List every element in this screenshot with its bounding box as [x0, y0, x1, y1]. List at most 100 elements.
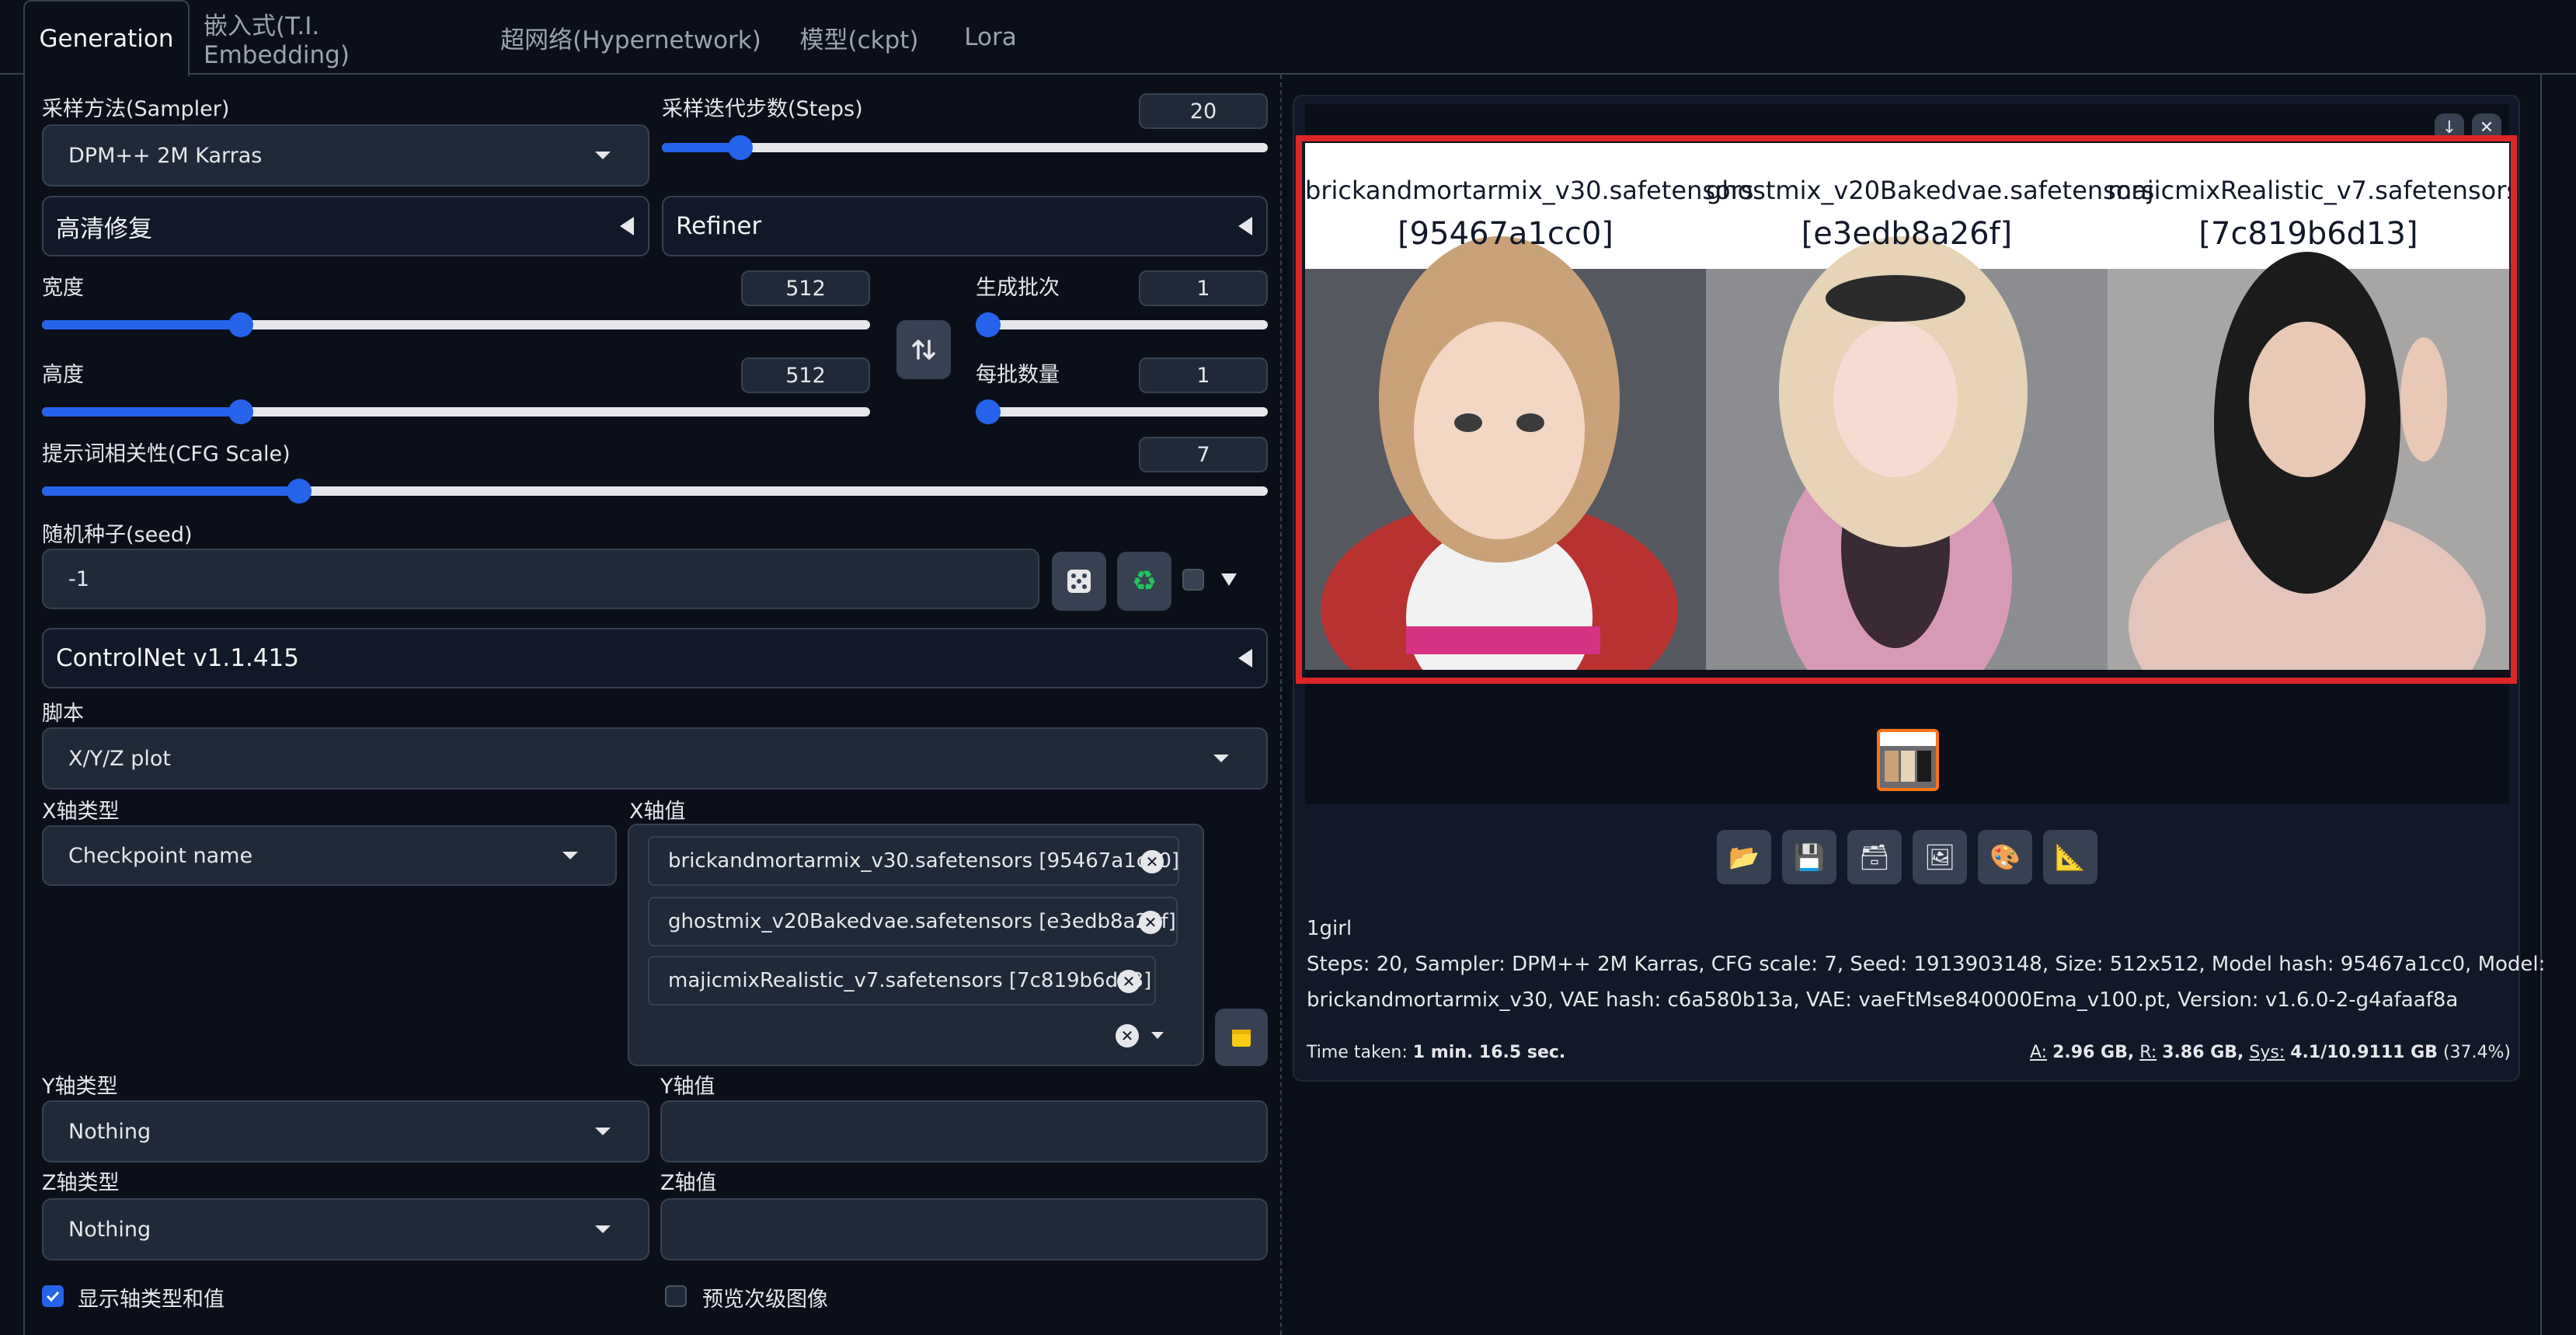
mem-sys-value: 4.1/10.9111 GB [2290, 1043, 2438, 1062]
remove-tag-icon[interactable]: ✕ [1117, 970, 1140, 993]
height-label: 高度 [42, 363, 84, 387]
swap-icon [912, 340, 935, 360]
y-type-label: Y轴类型 [42, 1075, 118, 1099]
clear-all-icon[interactable]: ✕ [1116, 1024, 1139, 1047]
y-values-input[interactable] [660, 1100, 1268, 1162]
collapse-icon [1238, 217, 1252, 235]
tab-hypernetwork[interactable]: 超网络(Hypernetwork) [497, 0, 764, 75]
batch-count-label: 生成批次 [976, 276, 1060, 300]
batch-size-label: 每批数量 [976, 363, 1060, 387]
chevron-down-icon [1213, 755, 1229, 762]
hires-accordion[interactable]: 高清修复 [42, 196, 649, 256]
chevron-down-icon [595, 1128, 611, 1135]
steps-slider[interactable] [662, 135, 1268, 160]
send-to-img2img-button[interactable]: 🖼 [1913, 830, 1967, 884]
x-type-dropdown[interactable]: Checkpoint name [42, 825, 617, 886]
params-line-2: brickandmortarmix_v30, VAE hash: c6a580b… [1307, 988, 2459, 1012]
slider-fill [42, 320, 241, 329]
params-line-1: Steps: 20, Sampler: DPM++ 2M Karras, CFG… [1307, 953, 2546, 976]
slider-fill [42, 486, 299, 496]
mem-a-label: A: [2030, 1043, 2048, 1062]
tab-ckpt[interactable]: 模型(ckpt) [785, 0, 934, 75]
y-type-value: Nothing [68, 1119, 151, 1144]
fill-values-button[interactable] [1215, 1009, 1268, 1066]
refiner-accordion[interactable]: Refiner [662, 196, 1268, 256]
time-label: Time taken: [1307, 1043, 1408, 1062]
slider-thumb[interactable] [976, 399, 1001, 424]
zip-icon: 🗃 [1858, 842, 1891, 872]
tab-generation[interactable]: Generation [23, 0, 190, 76]
width-label: 宽度 [42, 276, 84, 300]
batch-count-slider[interactable] [976, 312, 1268, 337]
x-type-label: X轴类型 [42, 800, 120, 824]
script-dropdown[interactable]: X/Y/Z plot [42, 727, 1268, 789]
remove-tag-icon[interactable]: ✕ [1140, 850, 1164, 873]
chevron-down-icon[interactable] [1151, 1032, 1164, 1039]
gallery-thumbnail[interactable] [1877, 729, 1939, 791]
image-icon: 🖼 [1923, 842, 1956, 872]
open-folder-button[interactable]: 📂 [1717, 830, 1771, 884]
width-slider[interactable] [42, 312, 870, 337]
send-to-inpaint-button[interactable]: 🎨 [1978, 830, 2032, 884]
tab-embedding[interactable]: 嵌入式(T.I. Embedding) [204, 0, 472, 75]
chevron-down-icon [595, 152, 611, 159]
x-values-label: X轴值 [629, 800, 686, 824]
save-button[interactable]: 💾 [1782, 830, 1836, 884]
tag-label: majicmixRealistic_v7.safetensors [7c819b… [668, 969, 1152, 992]
batch-count-input[interactable]: 1 [1139, 270, 1268, 306]
extra-options-toggle-icon[interactable] [1221, 573, 1237, 586]
z-type-dropdown[interactable]: Nothing [42, 1198, 649, 1260]
script-value: X/Y/Z plot [68, 746, 172, 771]
slider-thumb[interactable] [976, 312, 1001, 337]
preview-sub-checkbox[interactable] [665, 1285, 687, 1307]
extra-seed-checkbox[interactable] [1182, 569, 1204, 591]
chevron-down-icon [562, 852, 578, 859]
z-type-value: Nothing [68, 1217, 151, 1242]
seed-input[interactable]: -1 [42, 549, 1039, 609]
height-input[interactable]: 512 [741, 357, 870, 393]
tab-label: 嵌入式(T.I. Embedding) [204, 12, 350, 69]
slider-thumb[interactable] [228, 312, 253, 337]
z-values-input[interactable] [660, 1198, 1268, 1260]
save-icon: 💾 [1794, 842, 1825, 872]
cfg-slider[interactable] [42, 479, 1268, 504]
y-values-label: Y轴值 [660, 1075, 715, 1099]
remove-tag-icon[interactable]: ✕ [1139, 911, 1162, 934]
palette-icon: 🎨 [1989, 842, 2021, 872]
width-input[interactable]: 512 [741, 270, 870, 306]
right-panel-border [2540, 75, 2542, 1335]
hires-label: 高清修复 [56, 214, 152, 243]
random-seed-button[interactable] [1052, 552, 1106, 611]
x-type-value: Checkpoint name [68, 843, 253, 868]
slider-thumb[interactable] [287, 479, 312, 504]
height-slider[interactable] [42, 399, 870, 424]
sampler-dropdown[interactable]: DPM++ 2M Karras [42, 124, 649, 186]
swap-dimensions-button[interactable] [896, 320, 951, 379]
batch-size-input[interactable]: 1 [1139, 357, 1268, 393]
draw-legend-checkbox[interactable] [42, 1285, 64, 1307]
slider-thumb[interactable] [228, 399, 253, 424]
panel-divider [1280, 75, 1282, 1335]
cfg-input[interactable]: 7 [1139, 437, 1268, 472]
batch-size-slider[interactable] [976, 399, 1268, 424]
preview-sub-label: 预览次级图像 [702, 1288, 828, 1312]
seed-value: -1 [68, 566, 89, 591]
zip-button[interactable]: 🗃 [1847, 830, 1902, 884]
send-to-extras-button[interactable]: 📐 [2043, 830, 2097, 884]
time-value: 1 min. 16.5 sec. [1412, 1043, 1566, 1062]
mem-pct: (37.4%) [2442, 1043, 2511, 1062]
prompt-text: 1girl [1307, 917, 1352, 940]
draw-legend-label: 显示轴类型和值 [78, 1288, 225, 1312]
mem-sys-label: Sys: [2249, 1043, 2285, 1062]
y-type-dropdown[interactable]: Nothing [42, 1100, 649, 1162]
sampler-value: DPM++ 2M Karras [68, 143, 263, 168]
time-taken: Time taken: 1 min. 16.5 sec. [1307, 1043, 1565, 1062]
slider-fill [42, 407, 241, 417]
left-panel-border [23, 75, 25, 1335]
controlnet-accordion[interactable]: ControlNet v1.1.415 [42, 628, 1268, 688]
steps-input[interactable]: 20 [1139, 93, 1268, 129]
slider-thumb[interactable] [728, 135, 753, 160]
tab-lora[interactable]: Lora [956, 0, 1025, 75]
mem-r-value: 3.86 GB, [2162, 1043, 2244, 1062]
reuse-seed-button[interactable]: ♻ [1117, 552, 1171, 611]
